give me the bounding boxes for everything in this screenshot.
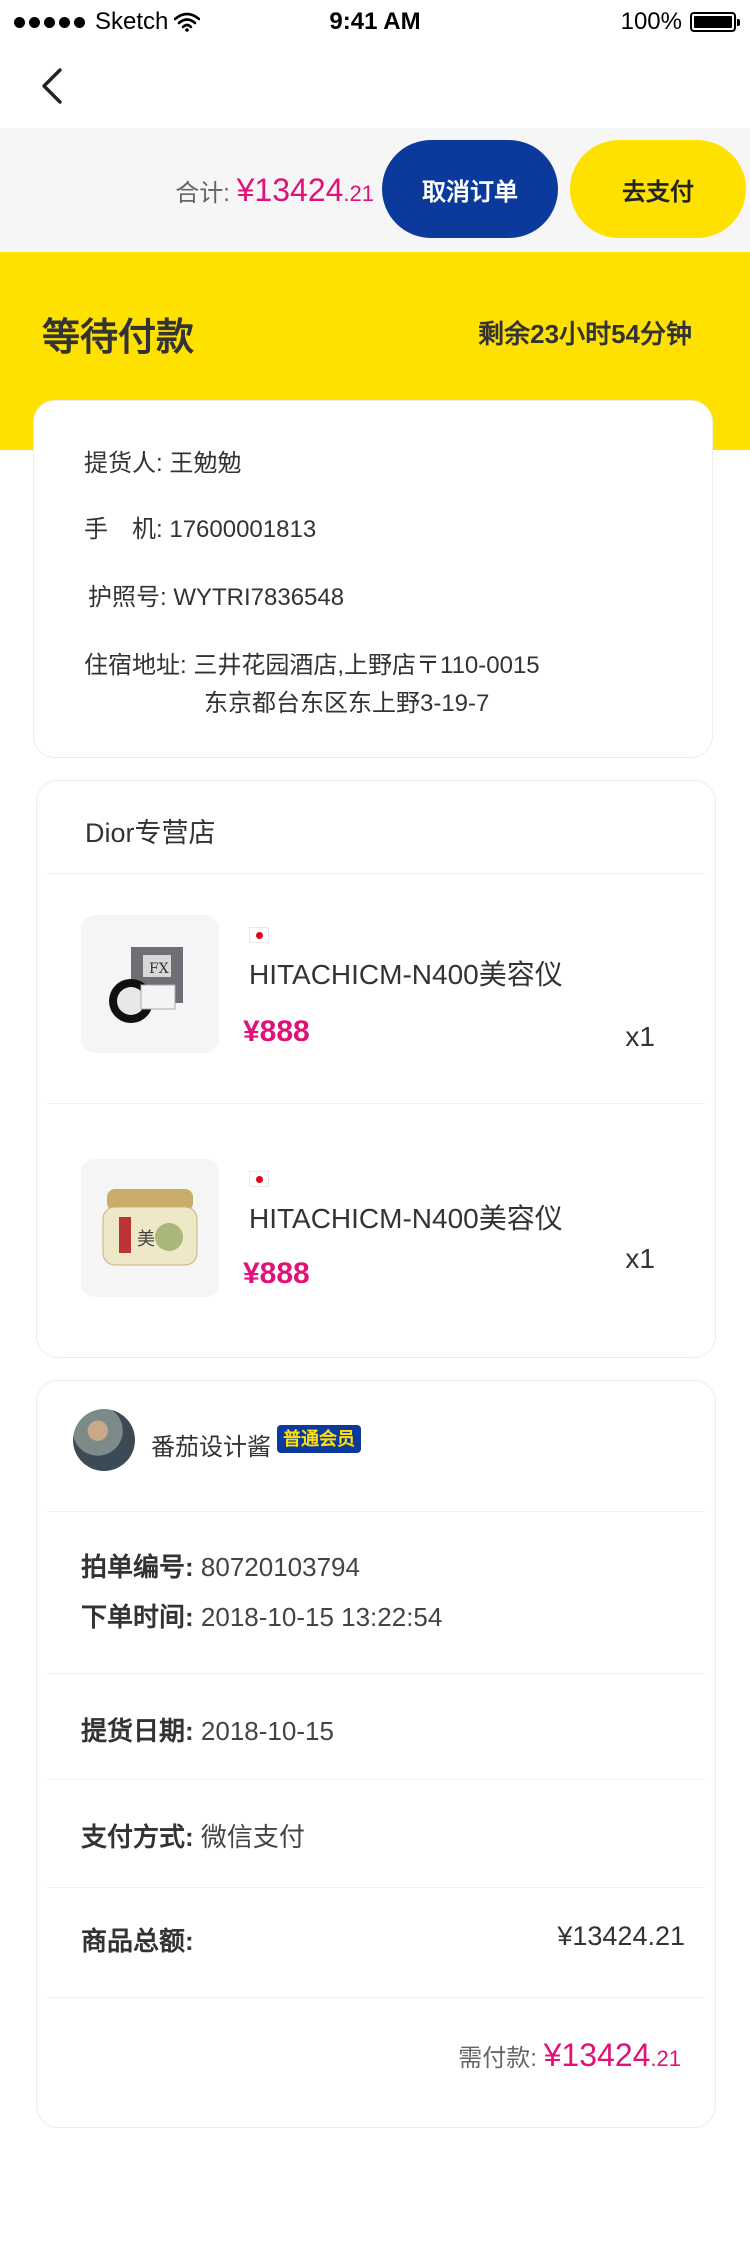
passport-row: 护照号: WYTRI7836548 — [88, 577, 344, 612]
nav-bar — [0, 44, 750, 128]
amount-due-label: 需付款: — [458, 2045, 537, 2072]
order-number-value: 80720103794 — [200, 1552, 360, 1582]
goods-total-row: 商品总额: — [81, 1921, 194, 1958]
product-price: ¥888 — [243, 1015, 310, 1048]
japan-flag-icon — [249, 1171, 269, 1187]
goods-total-label: 商品总额: — [81, 1926, 194, 1956]
pickup-info-card: 提货人: 王勉勉 手 机: 17600001813 护照号: WYTRI7836… — [33, 400, 713, 758]
svg-text:FX: FX — [149, 961, 169, 977]
address-label: 住宿地址: — [84, 652, 187, 679]
order-number-label: 拍单编号: — [81, 1552, 194, 1582]
product-image[interactable]: FX — [81, 915, 219, 1053]
order-details-card: 番茄设计酱 普通会员 拍单编号: 80720103794 下单时间: 2018-… — [36, 1380, 716, 2128]
address-line2: 东京都台东区东上野3-19-7 — [204, 690, 490, 717]
order-time-row: 下单时间: 2018-10-15 13:22:54 — [81, 1597, 442, 1634]
total-currency: ¥ — [236, 172, 255, 208]
status-bar: Sketch 9:41 AM 100% — [0, 0, 750, 44]
order-time-value: 2018-10-15 13:22:54 — [200, 1602, 443, 1632]
product-image[interactable]: 美 — [81, 1159, 219, 1297]
amount-due-integer: 13424 — [561, 2037, 651, 2073]
total-decimal: .21 — [343, 181, 374, 206]
divider — [47, 1103, 705, 1104]
product-1-thumbnail: FX — [109, 947, 183, 1023]
battery-info: 100% — [620, 8, 740, 36]
pickup-person-label: 提货人: — [84, 450, 163, 477]
pickup-date-label: 提货日期: — [81, 1716, 194, 1746]
total-integer: 13424 — [254, 172, 344, 208]
pay-method-value: 微信支付 — [200, 1822, 305, 1852]
product-2-thumbnail: 美 — [102, 1189, 198, 1266]
passport-label: 护照号: — [88, 584, 167, 611]
divider — [47, 873, 705, 874]
phone-label: 手 机: — [84, 516, 163, 543]
phone-value: 17600001813 — [169, 516, 317, 543]
amount-due-decimal: .21 — [650, 2046, 681, 2071]
pickup-date-value: 2018-10-15 — [200, 1716, 334, 1746]
cancel-order-button[interactable]: 取消订单 — [382, 140, 558, 238]
product-price: ¥888 — [243, 1257, 310, 1290]
divider — [47, 1511, 705, 1512]
address-row: 住宿地址: 三井花园酒店,上野店〒110-0015 — [84, 645, 540, 680]
order-action-bar: 合计: ¥13424.21 取消订单 去支付 — [0, 128, 750, 252]
amount-due: 需付款: ¥13424.21 — [458, 2037, 681, 2074]
shop-products-card: Dior专营店 FX HITACHICM-N400美容仪 ¥888 x1 美 H… — [36, 780, 716, 1358]
pay-button[interactable]: 去支付 — [570, 140, 746, 238]
svg-text:美: 美 — [137, 1229, 155, 1250]
product-name[interactable]: HITACHICM-N400美容仪 — [249, 1197, 563, 1237]
pickup-person-value: 王勉勉 — [169, 450, 242, 477]
remaining-time: 剩余23小时54分钟 — [478, 319, 692, 349]
battery-icon — [690, 12, 740, 32]
total-label: 合计: — [175, 180, 230, 207]
order-status-title: 等待付款 — [42, 317, 195, 359]
battery-percent: 100% — [620, 8, 682, 35]
passport-value: WYTRI7836548 — [173, 584, 345, 611]
username: 番茄设计酱 — [151, 1434, 271, 1461]
pay-method-row: 支付方式: 微信支付 — [81, 1817, 305, 1854]
shop-name[interactable]: Dior专营店 — [85, 811, 216, 850]
address-line1: 三井花园酒店,上野店〒110-0015 — [193, 652, 540, 679]
pickup-date-row: 提货日期: 2018-10-15 — [81, 1711, 334, 1748]
goods-total-value: ¥13424.21 — [557, 1921, 685, 1951]
order-number-row: 拍单编号: 80720103794 — [81, 1547, 360, 1584]
product-quantity: x1 — [625, 1021, 655, 1052]
avatar[interactable] — [73, 1409, 135, 1471]
pickup-person-row: 提货人: 王勉勉 — [84, 443, 241, 478]
product-name[interactable]: HITACHICM-N400美容仪 — [249, 953, 563, 993]
divider — [47, 1673, 705, 1674]
member-badge: 普通会员 — [277, 1425, 361, 1453]
order-time-label: 下单时间: — [81, 1602, 194, 1632]
product-quantity: x1 — [625, 1243, 655, 1274]
divider — [47, 1997, 705, 1998]
order-total: 合计: ¥13424.21 — [175, 172, 374, 209]
divider — [47, 1779, 705, 1780]
back-chevron-icon[interactable] — [36, 64, 76, 108]
phone-row: 手 机: 17600001813 — [84, 509, 316, 544]
amount-due-currency: ¥ — [543, 2037, 562, 2073]
divider — [47, 1887, 705, 1888]
pay-method-label: 支付方式: — [81, 1822, 194, 1852]
japan-flag-icon — [249, 927, 269, 943]
